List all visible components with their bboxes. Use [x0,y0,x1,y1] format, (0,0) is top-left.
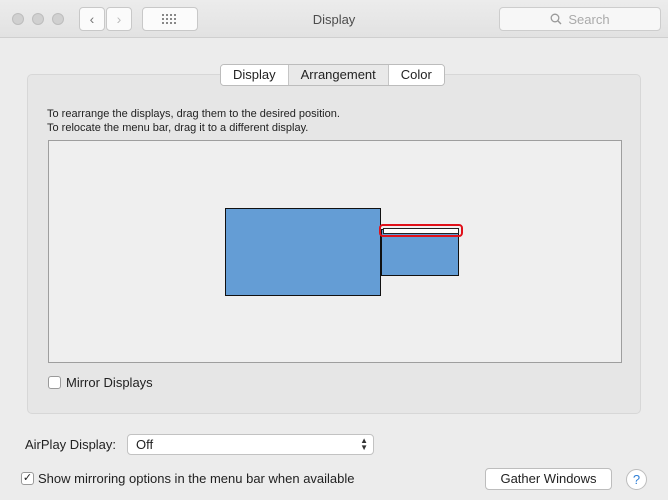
search-icon [550,13,562,25]
mirror-displays-checkbox[interactable] [48,376,61,389]
arrangement-area [48,140,622,363]
instruction-menu-bar: To relocate the menu bar, drag it to a d… [47,122,309,134]
tab-bar: Display Arrangement Color [220,64,445,86]
airplay-display-label: AirPlay Display: [25,437,117,452]
tab-display[interactable]: Display [221,65,289,85]
airplay-display-value: Off [136,437,154,452]
gather-windows-button[interactable]: Gather Windows [485,468,612,490]
title-bar: ‹ › Display Search [0,0,668,38]
tab-color[interactable]: Color [388,65,444,85]
show-mirroring-checkbox[interactable]: ✓ [21,472,34,485]
airplay-display-select[interactable]: Off ▲ ▼ [127,434,374,455]
help-button[interactable]: ? [626,469,647,490]
mirror-displays-label: Mirror Displays [66,375,153,390]
search-field[interactable]: Search [499,7,661,31]
main-display[interactable] [225,208,381,296]
checkmark-icon: ✓ [22,472,33,484]
show-mirroring-label: Show mirroring options in the menu bar w… [38,471,355,486]
up-down-chevron-icon: ▲ ▼ [360,436,368,452]
instruction-rearrange: To rearrange the displays, drag them to … [47,108,340,120]
menu-bar-indicator [383,227,459,234]
menu-bar-handle[interactable] [379,224,463,237]
tab-arrangement[interactable]: Arrangement [288,65,389,85]
search-placeholder: Search [568,11,610,27]
